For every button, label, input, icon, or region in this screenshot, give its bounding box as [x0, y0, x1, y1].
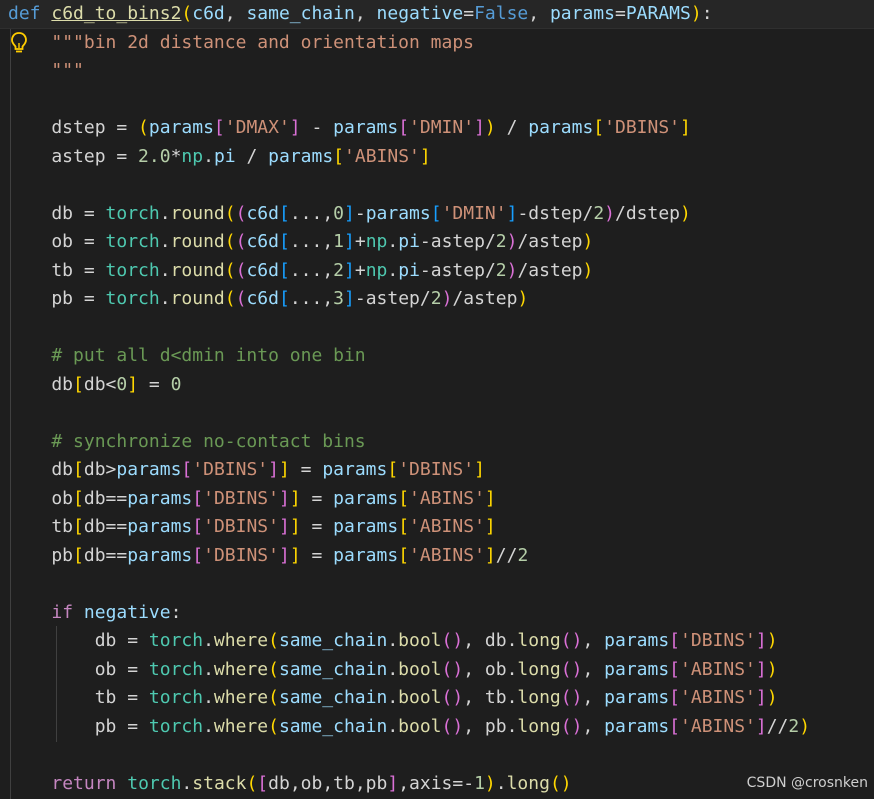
code-line-text: ob = torch.round((c6d[...,1]+np.pi-astep…	[8, 231, 594, 252]
code-line-text: pb = torch.round((c6d[...,3]-astep/2)/as…	[8, 288, 529, 309]
code-line-text: tb[db==params['DBINS']] = params['ABINS'…	[8, 516, 496, 537]
code-line-text: db[db>params['DBINS']] = params['DBINS']	[8, 459, 485, 480]
code-line[interactable]: pb[db==params['DBINS']] = params['ABINS'…	[0, 542, 874, 570]
code-line[interactable]: """	[0, 57, 874, 85]
code-line-text: tb = torch.where(same_chain.bool(), tb.l…	[8, 687, 778, 708]
lightbulb-icon[interactable]	[9, 31, 29, 55]
code-editor[interactable]: def c6d_to_bins2(c6d, same_chain, negati…	[0, 0, 874, 799]
code-line-text: db[db<0] = 0	[8, 373, 182, 395]
code-line[interactable]: tb = torch.where(same_chain.bool(), tb.l…	[0, 684, 874, 712]
code-line[interactable]: # put all d<dmin into one bin	[0, 342, 874, 370]
code-line-text: dstep = (params['DMAX'] - params['DMIN']…	[8, 117, 691, 138]
code-line-text: # put all d<dmin into one bin	[51, 345, 366, 366]
code-line[interactable]: ob[db==params['DBINS']] = params['ABINS'…	[0, 485, 874, 513]
code-line[interactable]: db[db<0] = 0	[0, 371, 874, 399]
code-line-text: db = torch.round((c6d[...,0]-params['DMI…	[8, 202, 691, 224]
code-line-text: """bin 2d distance and orientation maps	[51, 31, 474, 53]
watermark: CSDN @crosnken	[746, 775, 868, 791]
code-line[interactable]: db = torch.where(same_chain.bool(), db.l…	[0, 627, 874, 655]
code-line[interactable]: pb = torch.round((c6d[...,3]-astep/2)/as…	[0, 285, 874, 313]
code-line[interactable]: ob = torch.where(same_chain.bool(), ob.l…	[0, 656, 874, 684]
code-line-text: return torch.stack([db,ob,tb,pb],axis=-1…	[51, 772, 572, 794]
code-line[interactable]: """bin 2d distance and orientation maps	[0, 29, 874, 57]
code-line[interactable]	[0, 86, 874, 114]
code-line-text: ob[db==params['DBINS']] = params['ABINS'…	[8, 487, 496, 509]
code-line[interactable]	[0, 399, 874, 427]
code-line-text: if negative:	[51, 601, 182, 623]
code-line[interactable]: db = torch.round((c6d[...,0]-params['DMI…	[0, 200, 874, 228]
code-line[interactable]	[0, 741, 874, 769]
code-line[interactable]	[0, 570, 874, 598]
code-line-text: def c6d_to_bins2(c6d, same_chain, negati…	[8, 3, 713, 24]
code-line-text: db = torch.where(same_chain.bool(), db.l…	[8, 630, 778, 651]
code-line[interactable]: pb = torch.where(same_chain.bool(), pb.l…	[0, 713, 874, 741]
code-line[interactable]: dstep = (params['DMAX'] - params['DMIN']…	[0, 114, 874, 142]
code-line-text: pb[db==params['DBINS']] = params['ABINS'…	[8, 544, 529, 566]
code-line-text: tb = torch.round((c6d[...,2]+np.pi-astep…	[8, 259, 594, 281]
code-line[interactable]: ob = torch.round((c6d[...,1]+np.pi-astep…	[0, 228, 874, 256]
code-line-text: astep = 2.0*np.pi / params['ABINS']	[8, 145, 431, 167]
code-line[interactable]	[0, 314, 874, 342]
code-line[interactable]: # synchronize no-contact bins	[0, 428, 874, 456]
code-line[interactable]	[0, 171, 874, 199]
code-line[interactable]: astep = 2.0*np.pi / params['ABINS']	[0, 143, 874, 171]
code-line[interactable]: tb[db==params['DBINS']] = params['ABINS'…	[0, 513, 874, 541]
code-line[interactable]: tb = torch.round((c6d[...,2]+np.pi-astep…	[0, 257, 874, 285]
code-line-text: ob = torch.where(same_chain.bool(), ob.l…	[8, 658, 778, 680]
code-line[interactable]: return torch.stack([db,ob,tb,pb],axis=-1…	[0, 770, 874, 798]
code-line[interactable]: if negative:	[0, 599, 874, 627]
code-line[interactable]: def c6d_to_bins2(c6d, same_chain, negati…	[0, 0, 874, 29]
code-line[interactable]: db[db>params['DBINS']] = params['DBINS']	[0, 456, 874, 484]
code-line-text: pb = torch.where(same_chain.bool(), pb.l…	[8, 715, 811, 737]
code-line-text: """	[51, 60, 84, 81]
code-line-text: # synchronize no-contact bins	[51, 430, 366, 452]
